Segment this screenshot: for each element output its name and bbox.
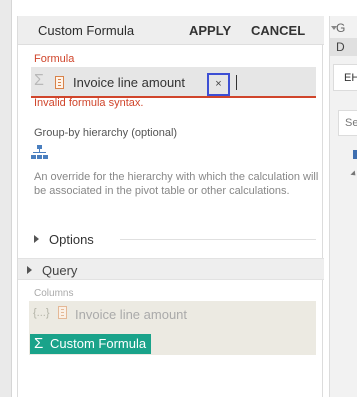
tree-expand-icon[interactable] [350, 170, 357, 178]
custom-formula-chip[interactable]: Σ Custom Formula [30, 334, 152, 354]
cube-icon [353, 150, 357, 159]
divider [120, 239, 316, 240]
formula-error-message: Invalid formula syntax. [34, 97, 144, 109]
side-panel: G D EH Se [329, 16, 357, 397]
custom-formula-chip-label: Custom Formula [50, 336, 147, 351]
expand-triangle-icon [27, 266, 32, 274]
columns-drop-zone[interactable]: {...} Invoice line amount Σ Custom Formu… [29, 301, 316, 355]
close-icon: × [215, 78, 222, 90]
query-label: Query [42, 263, 78, 278]
formula-input[interactable]: Σ Invoice line amount × [31, 67, 316, 98]
search-placeholder: Se [345, 117, 357, 129]
query-section-header[interactable]: Query [18, 258, 324, 280]
side-panel-tab[interactable]: D [330, 38, 357, 56]
left-scroll-edge [0, 0, 12, 397]
hierarchy-icon[interactable] [31, 145, 49, 161]
options-label: Options [49, 232, 94, 247]
apply-button[interactable]: APPLY [189, 23, 231, 38]
column-item[interactable]: Invoice line amount [75, 307, 187, 322]
panel-header: Custom Formula APPLY CANCEL [18, 16, 324, 45]
formula-token[interactable]: Invoice line amount [73, 75, 185, 90]
source-select[interactable]: EH [333, 64, 357, 91]
columns-label: Columns [34, 288, 74, 299]
file-icon [58, 306, 67, 319]
file-icon [55, 76, 64, 89]
cancel-button[interactable]: CANCEL [251, 23, 305, 38]
sigma-icon: Σ [34, 72, 44, 89]
calculation-icon: {...} [33, 307, 50, 319]
side-panel-header: G [336, 21, 346, 35]
source-select-value: EH [344, 72, 357, 84]
expand-triangle-icon [34, 235, 39, 243]
text-caret [236, 75, 237, 90]
panel-title: Custom Formula [38, 23, 135, 38]
custom-formula-panel: Custom Formula APPLY CANCEL Formula Σ In… [17, 16, 324, 397]
options-expander[interactable]: Options [34, 232, 318, 248]
sigma-icon: Σ [34, 335, 44, 352]
clear-token-button[interactable]: × [207, 73, 230, 96]
side-search-input[interactable]: Se [338, 110, 357, 136]
group-by-label: Group-by hierarchy (optional) [34, 127, 178, 139]
side-panel-tab-label: D [336, 40, 345, 54]
group-by-description: An override for the hierarchy with which… [34, 171, 319, 197]
formula-label: Formula [34, 53, 75, 65]
